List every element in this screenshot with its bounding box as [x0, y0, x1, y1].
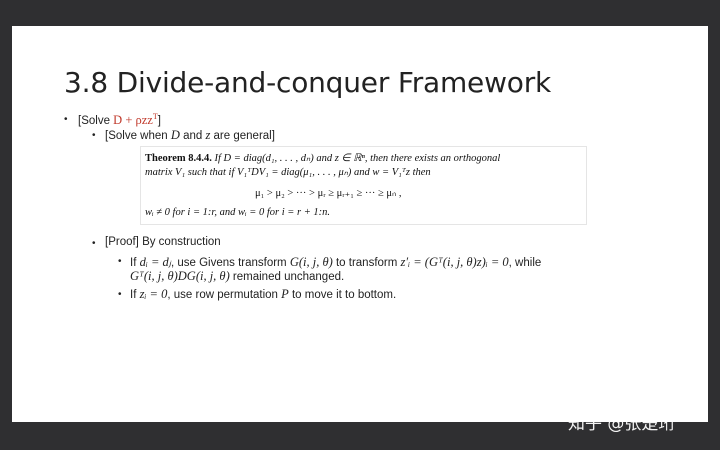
slide: 3.8 Divide-and-conquer Framework • [Solv… [12, 26, 708, 422]
text: , while [508, 257, 542, 269]
text: , use row permutation [167, 289, 282, 301]
math-expression: D + ρzzT [113, 112, 158, 128]
bullet-solve-d-rho-zz: [Solve D + ρzzT] [78, 112, 161, 128]
bullet-proof: [Proof] By construction [105, 236, 221, 248]
text: If [130, 289, 140, 301]
bullet-dot: • [92, 130, 96, 141]
bullet-text: [Solve [78, 115, 114, 128]
math: G(i, j, θ) [289, 255, 333, 269]
math: zᵢ = 0 [139, 287, 168, 301]
theorem-image: Theorem 8.4.4. If D = diag(d₁, . . . , d… [140, 146, 587, 225]
bullet-dot: • [92, 238, 96, 249]
bullet-text: [Solve when [105, 130, 171, 142]
math: Gᵀ(i, j, θ)DG(i, j, θ) [130, 269, 230, 283]
bullet-dot: • [118, 256, 122, 267]
math: P [281, 287, 289, 301]
watermark: 知乎 @张楚珩 [568, 414, 676, 434]
math-d: D [170, 128, 180, 142]
math: dᵢ = dⱼ [139, 255, 171, 269]
math: z′ᵢ = (Gᵀ(i, j, θ)z)ᵢ = 0 [400, 255, 509, 269]
bullet-text: are general] [210, 130, 275, 142]
theorem-text: If D = diag(d₁, . . . , dₙ) and z ∈ ℝⁿ, … [211, 153, 501, 164]
bullet-text-end: ] [157, 115, 161, 128]
slide-title: 3.8 Divide-and-conquer Framework [64, 66, 552, 99]
theorem-line-1: Theorem 8.4.4. If D = diag(d₁, . . . , d… [145, 152, 500, 164]
text: to transform [332, 257, 401, 269]
bullet-dot: • [64, 114, 68, 125]
theorem-label: Theorem 8.4.4. [145, 153, 212, 164]
theorem-line-4: wᵢ ≠ 0 for i = 1:r, and wᵢ = 0 for i = r… [145, 207, 331, 218]
text: If [130, 257, 140, 269]
text: , use Givens transform [170, 257, 290, 269]
bullet-text: and [179, 130, 206, 142]
math-main: D + ρzz [113, 113, 153, 128]
text: remained unchanged. [229, 271, 345, 283]
bullet-solve-general: [Solve when D and z are general] [105, 128, 275, 143]
theorem-line-2: matrix V₁ such that if V₁ᵀDV₁ = diag(μ₁,… [145, 167, 431, 178]
sub-bullet-permutation: If zᵢ = 0, use row permutation P to move… [130, 287, 396, 302]
sub-bullet-givens-line-2: Gᵀ(i, j, θ)DG(i, j, θ) remained unchange… [130, 269, 344, 284]
text: to move it to bottom. [288, 289, 397, 301]
theorem-line-3: μ₁ > μ₂ > ··· > μᵣ ≥ μᵣ₊₁ ≥ ··· ≥ μₙ , [255, 188, 402, 199]
sub-bullet-givens-line-1: If dᵢ = dⱼ, use Givens transform G(i, j,… [130, 254, 541, 270]
bullet-dot: • [118, 289, 122, 300]
